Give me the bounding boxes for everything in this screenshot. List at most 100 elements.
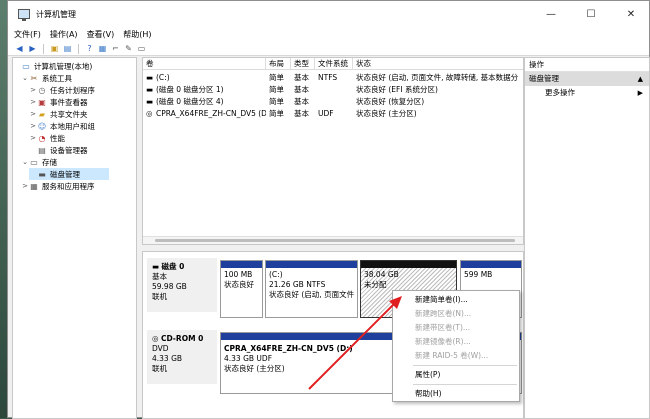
disk-type: 基本	[152, 272, 167, 281]
title-bar: 计算机管理 — ☐ ✕	[8, 1, 649, 27]
shared-folder-icon: ▰	[38, 109, 46, 119]
tree-twisty[interactable]: >	[29, 98, 37, 106]
tree-item-device-manager[interactable]: ▤ 设备管理器	[29, 144, 87, 156]
minimize-button[interactable]: —	[531, 1, 571, 27]
actions-pane: 操作 磁盘管理 ▲ 更多操作 ▶	[524, 57, 650, 419]
volume-type: 基本	[294, 85, 309, 94]
tree-item-label: 事件查看器	[50, 97, 88, 107]
partition-bar	[266, 261, 357, 268]
more-actions-label: 更多操作	[545, 88, 575, 97]
actions-section-disk-management[interactable]: 磁盘管理 ▲	[525, 72, 649, 86]
partition-size: 38.04 GB	[364, 270, 399, 279]
disk-0-label[interactable]: ▬ 磁盘 0 基本 59.98 GB 联机	[147, 258, 217, 312]
window-title: 计算机管理	[36, 9, 76, 19]
tree-item-system-tools[interactable]: ⌄ ✂ 系统工具	[21, 72, 72, 84]
partition-status: 状态良好	[224, 280, 254, 289]
tree-twisty[interactable]: >	[29, 122, 37, 130]
performance-icon: ◔	[38, 133, 46, 143]
clock-icon: ◷	[38, 85, 46, 95]
column-header-layout[interactable]: 布局	[266, 58, 291, 70]
tree-item-shared-folders[interactable]: > ▰ 共享文件夹	[29, 108, 87, 120]
column-header-volume[interactable]: 卷	[143, 58, 266, 70]
tree-twisty[interactable]: ⌄	[21, 74, 29, 82]
forward-icon[interactable]: ▶	[27, 44, 38, 54]
services-icon: ▦	[30, 181, 38, 191]
collapse-up-icon[interactable]: ▲	[638, 72, 643, 86]
device-manager-icon: ▤	[38, 145, 46, 155]
volume-filesystem: NTFS	[318, 73, 338, 82]
menu-item-new-simple-volume[interactable]: 新建简单卷(I)...	[393, 293, 519, 307]
column-header-filesystem[interactable]: 文件系统	[315, 58, 353, 70]
menu-view[interactable]: 查看(V)	[87, 29, 115, 40]
partition-label: (C:)	[269, 270, 283, 279]
volume-list: 卷 布局 类型 文件系统 状态 ▬ (C:) 简单 基本 NTFS 状态良好 (…	[142, 57, 524, 245]
menu-item-new-striped-volume: 新建带区卷(T)...	[415, 323, 471, 332]
tree-twisty[interactable]: >	[29, 110, 37, 118]
storage-icon: ▭	[30, 157, 38, 167]
disk-size: 4.33 GB	[152, 354, 183, 363]
table-row[interactable]: ▬ (磁盘 0 磁盘分区 1) 简单 基本 状态良好 (EFI 系统分区)	[143, 84, 523, 96]
tree-item-services-apps[interactable]: > ▦ 服务和应用程序	[21, 180, 94, 192]
partition-size: 4.33 GB UDF	[224, 354, 273, 363]
table-row[interactable]: ▬ (磁盘 0 磁盘分区 4) 简单 基本 状态良好 (恢复分区)	[143, 96, 523, 108]
menu-item-help[interactable]: 帮助(H)	[393, 387, 519, 401]
up-folder-icon[interactable]: ▣	[49, 44, 60, 54]
menu-help[interactable]: 帮助(H)	[123, 29, 151, 40]
menu-item-new-raid5-volume: 新建 RAID-5 卷(W)...	[415, 351, 489, 360]
more-actions[interactable]: 更多操作 ▶	[525, 86, 649, 100]
volume-name: (磁盘 0 磁盘分区 4)	[156, 97, 224, 106]
table-row[interactable]: ◎ CPRA_X64FRE_ZH-CN_DV5 (D:) 简单 基本 UDF 状…	[143, 108, 523, 120]
tree-twisty[interactable]: >	[21, 182, 29, 190]
disk-type: DVD	[152, 344, 169, 353]
toolbar: ◀ ▶ ▣ ▤ ? ▦ ⌐ ✎ ▭	[8, 42, 649, 56]
menu-item-new-mirrored-volume: 新建镜像卷(R)...	[415, 337, 471, 346]
menu-item-properties[interactable]: 属性(P)	[393, 368, 519, 382]
column-header-status[interactable]: 状态	[353, 58, 523, 70]
back-icon[interactable]: ◀	[14, 44, 25, 54]
tree-item-disk-management[interactable]: ▬ 磁盘管理	[29, 168, 109, 180]
tree-twisty[interactable]: >	[29, 86, 37, 94]
tree-twisty[interactable]: >	[29, 134, 37, 142]
volume-layout: 简单	[269, 97, 284, 106]
partition-efi[interactable]: 100 MB 状态良好	[220, 260, 263, 318]
tree-item-label: 本地用户和组	[50, 121, 95, 131]
partition-status: 状态良好 (启动, 页面文件	[269, 290, 355, 299]
show-hide-tree-icon[interactable]: ▤	[62, 44, 73, 54]
disk-size: 59.98 GB	[152, 282, 187, 291]
column-header-type[interactable]: 类型	[291, 58, 315, 70]
chevron-right-icon: ▶	[637, 89, 643, 97]
horizontal-scrollbar[interactable]	[143, 236, 523, 244]
maximize-button[interactable]: ☐	[571, 1, 611, 27]
connect-icon[interactable]: ⌐	[110, 44, 121, 54]
partition-c[interactable]: (C:) 21.26 GB NTFS 状态良好 (启动, 页面文件	[265, 260, 358, 318]
help-icon[interactable]: ?	[84, 44, 95, 54]
partition-bar	[221, 261, 262, 268]
tree-item-performance[interactable]: > ◔ 性能	[29, 132, 65, 144]
partition-bar	[361, 261, 456, 268]
rescan-icon[interactable]: ✎	[123, 44, 134, 54]
close-button[interactable]: ✕	[611, 1, 650, 27]
scrollbar-thumb[interactable]	[155, 239, 515, 242]
tree-item-task-scheduler[interactable]: > ◷ 任务计划程序	[29, 84, 95, 96]
menu-file[interactable]: 文件(F)	[14, 29, 41, 40]
cdrom-0-label[interactable]: ◎ CD-ROM 0 DVD 4.33 GB 联机	[147, 330, 217, 384]
tree-item-storage[interactable]: ⌄ ▭ 存储	[21, 156, 57, 168]
properties-icon[interactable]: ▭	[136, 44, 147, 54]
computer-icon: ▭	[22, 61, 30, 71]
tree-item-computer-management[interactable]: ▭ 计算机管理(本地)	[13, 60, 92, 72]
partition-bar	[461, 261, 521, 268]
tree-item-label: 存储	[42, 157, 57, 167]
toolbar-separator	[78, 43, 79, 54]
partition-size: 100 MB	[224, 270, 253, 279]
table-row[interactable]: ▬ (C:) 简单 基本 NTFS 状态良好 (启动, 页面文件, 故障转储, …	[143, 72, 523, 84]
tree-item-event-viewer[interactable]: > ▣ 事件查看器	[29, 96, 88, 108]
toolbar-separator	[43, 43, 44, 54]
tree-twisty[interactable]: ⌄	[21, 158, 29, 166]
volume-name: (磁盘 0 磁盘分区 1)	[156, 85, 224, 94]
view-icon[interactable]: ▦	[97, 44, 108, 54]
tree-item-label: 磁盘管理	[50, 169, 80, 179]
actions-header: 操作	[525, 58, 649, 72]
tree-item-local-users[interactable]: > ☺ 本地用户和组	[29, 120, 95, 132]
menu-action[interactable]: 操作(A)	[50, 29, 78, 40]
volume-layout: 简单	[269, 85, 284, 94]
